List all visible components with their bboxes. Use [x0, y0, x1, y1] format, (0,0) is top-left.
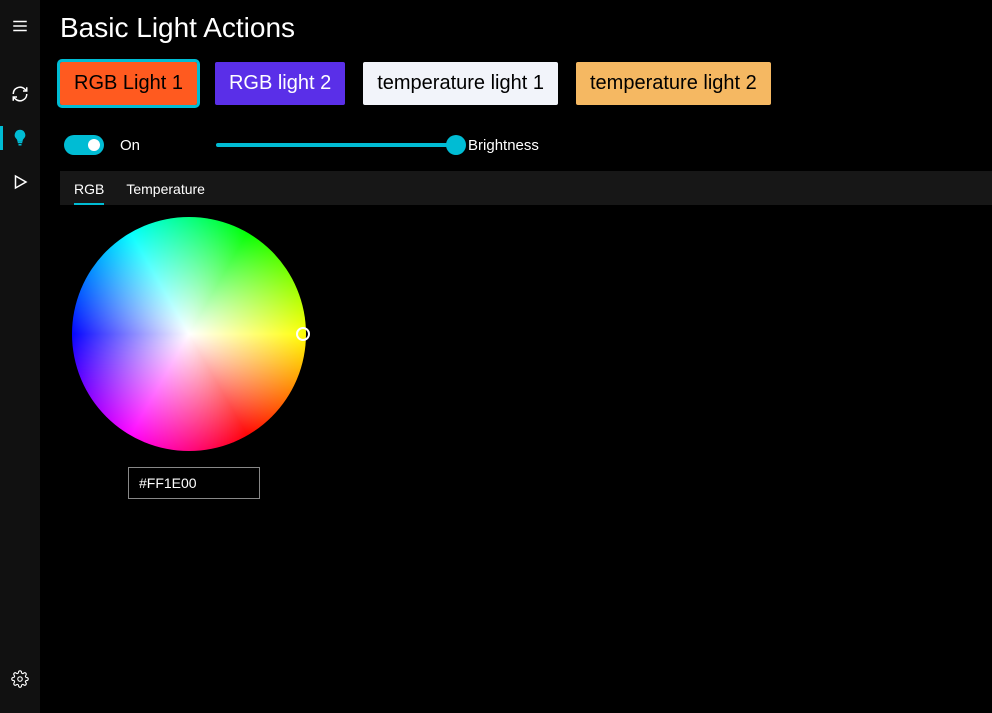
nav-menu[interactable]: [0, 4, 40, 48]
color-panel: #FF1E00: [60, 205, 992, 511]
color-wheel[interactable]: [72, 217, 306, 451]
light-tab-temp-2[interactable]: temperature light 2: [576, 62, 771, 105]
gear-icon: [11, 670, 29, 688]
light-tab-rgb-2[interactable]: RGB light 2: [215, 62, 345, 105]
slider-thumb[interactable]: [446, 135, 466, 155]
toggle-knob: [88, 139, 100, 151]
nav-refresh[interactable]: [0, 72, 40, 116]
nav-lights[interactable]: [0, 116, 40, 160]
mode-tabs: RGB Temperature: [60, 171, 992, 205]
lightbulb-icon: [11, 129, 29, 147]
nav-settings[interactable]: [0, 657, 40, 701]
page-title: Basic Light Actions: [60, 12, 992, 44]
hex-input[interactable]: #FF1E00: [128, 467, 260, 499]
play-icon: [11, 173, 29, 191]
light-tabs: RGB Light 1 RGB light 2 temperature ligh…: [60, 62, 992, 105]
menu-icon: [11, 17, 29, 35]
nav-play[interactable]: [0, 160, 40, 204]
power-toggle[interactable]: [64, 135, 104, 155]
brightness-label: Brightness: [468, 137, 539, 154]
mode-tab-temperature[interactable]: Temperature: [126, 181, 205, 205]
sidebar: [0, 0, 40, 713]
light-tab-temp-1[interactable]: temperature light 1: [363, 62, 558, 105]
power-label: On: [120, 137, 140, 154]
color-picker-handle[interactable]: [296, 327, 310, 341]
refresh-icon: [11, 85, 29, 103]
main-content: Basic Light Actions RGB Light 1 RGB ligh…: [40, 0, 992, 713]
brightness-slider[interactable]: [216, 143, 456, 147]
light-tab-rgb-1[interactable]: RGB Light 1: [60, 62, 197, 105]
mode-tab-rgb[interactable]: RGB: [74, 181, 104, 205]
